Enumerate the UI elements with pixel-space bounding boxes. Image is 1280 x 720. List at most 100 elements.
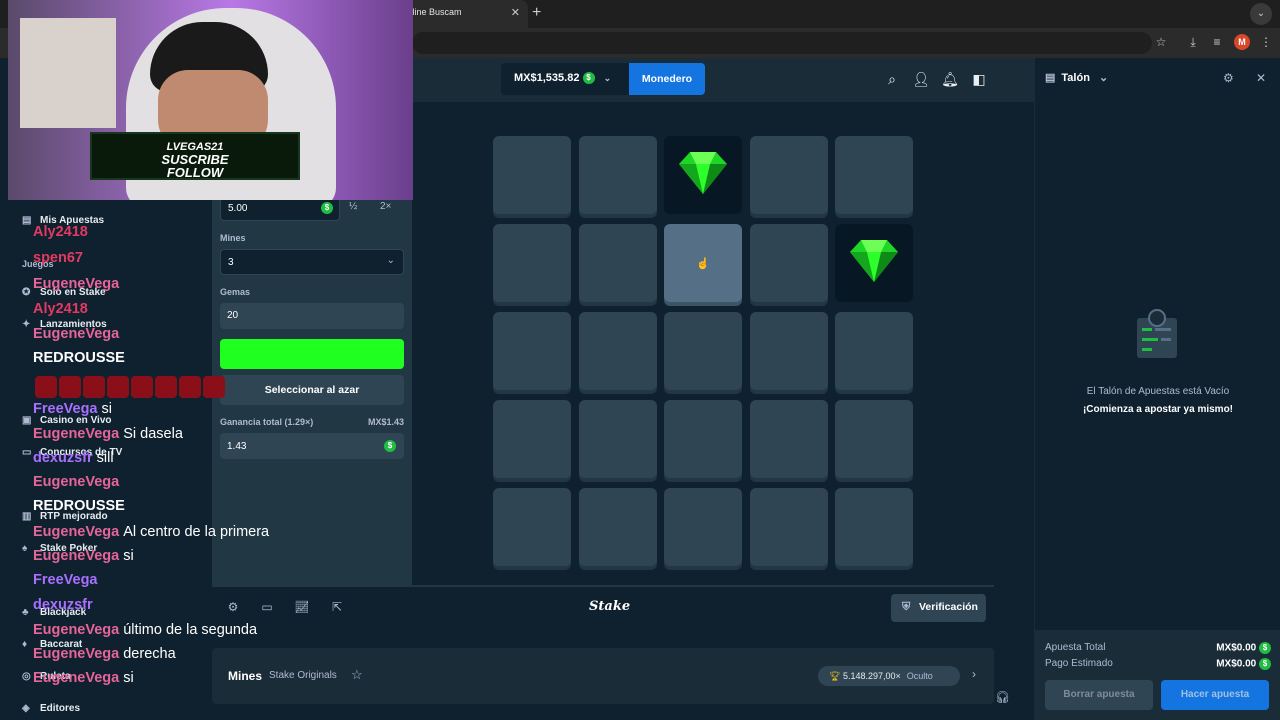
sidebar-toggle-icon[interactable]: ◧ [970, 70, 988, 88]
chat-message: EugeneVega [33, 276, 119, 292]
tab-search-icon[interactable]: ⌄ [1250, 3, 1272, 25]
chat-message: Aly2418 [33, 301, 88, 317]
mine-tile[interactable] [749, 224, 828, 302]
total-profit-amount: MX$1.43 [367, 417, 404, 427]
search-icon[interactable]: ⌕ [883, 70, 901, 88]
chat-username: EugeneVega [33, 474, 120, 490]
chat-message: EugeneVega Si dasela [33, 426, 183, 442]
mine-tile[interactable] [664, 136, 742, 214]
notifications-icon[interactable]: 🔔︎ [941, 70, 959, 88]
mine-tile[interactable] [493, 224, 571, 302]
mine-tile[interactable] [749, 312, 828, 390]
close-icon[interactable]: ✕ [1256, 71, 1266, 85]
mine-tile[interactable] [493, 488, 571, 566]
mine-tile[interactable] [749, 488, 828, 566]
chat-text: Si dasela [123, 426, 183, 442]
mine-tile[interactable] [493, 400, 571, 478]
clear-bet-button[interactable]: Borrar apuesta [1045, 680, 1153, 710]
profile-avatar[interactable]: M [1234, 34, 1250, 50]
chat-username: FreeVega [33, 401, 98, 417]
browser-menu-icon[interactable]: ⋮ [1258, 34, 1274, 50]
wall-poster [20, 18, 116, 128]
place-bet-button[interactable]: Hacer apuesta [1161, 680, 1269, 710]
editor-icon: ◈ [22, 703, 30, 714]
double-bet-button[interactable]: 2× [380, 201, 391, 212]
theatre-mode-icon[interactable]: ▭ [259, 600, 275, 616]
gem-icon [679, 152, 727, 194]
sidebar-item-publishers[interactable]: ◈ Editores [22, 703, 80, 714]
mine-tile[interactable] [664, 312, 742, 390]
reading-list-icon[interactable]: ≡ [1209, 34, 1225, 50]
mine-tile[interactable] [835, 136, 913, 214]
favorite-star-icon[interactable]: ☆ [351, 667, 363, 683]
chat-username: EugeneVega [33, 646, 120, 662]
mine-tile[interactable] [578, 136, 657, 214]
chat-message: EugeneVega si [33, 670, 134, 686]
half-bet-button[interactable]: ½ [349, 201, 357, 212]
support-headset-icon[interactable]: 🎧︎ [995, 690, 1010, 704]
chat-emote-icon [155, 376, 177, 398]
chat-emote-row [33, 376, 225, 398]
user-icon[interactable]: 👤︎ [912, 70, 930, 88]
wallet-button[interactable]: Monedero [629, 63, 705, 95]
chat-message: EugeneVega último de la segunda [33, 622, 257, 638]
chat-emote-icon [179, 376, 201, 398]
mines-board: ☝ [412, 125, 994, 585]
bookmark-star-icon[interactable]: ☆ [1153, 34, 1169, 50]
max-win-pill[interactable]: 🏆︎ 5.148.297,00× Oculto [818, 666, 960, 686]
hand-cursor-icon: ☝ [696, 258, 710, 270]
chat-username: EugeneVega [33, 548, 120, 564]
mine-tile[interactable] [749, 136, 828, 214]
settings-icon[interactable]: ⚙ [1223, 71, 1234, 85]
verification-button[interactable]: ⛨ Verificación [891, 594, 986, 622]
mine-tile[interactable] [749, 400, 828, 478]
mine-tile[interactable] [835, 400, 913, 478]
mine-tile[interactable] [578, 312, 657, 390]
betslip-header[interactable]: ▤ Talón ⌄ [1045, 71, 1108, 84]
chevron-down-icon: ⌄ [386, 255, 395, 266]
url-input[interactable] [412, 32, 1152, 54]
settings-icon[interactable]: ⚙ [225, 600, 241, 616]
download-icon[interactable]: ⤓ [1185, 34, 1201, 50]
chat-text: Al centro de la primera [123, 524, 270, 540]
gem-icon [850, 240, 898, 282]
mine-tile[interactable] [578, 488, 657, 566]
chevron-right-icon[interactable]: › [972, 667, 976, 681]
total-profit-label: Ganancia total (1.29×) [220, 417, 314, 427]
mines-label: Mines [220, 233, 246, 243]
mines-select[interactable]: 3 ⌄ [220, 249, 404, 275]
chat-message: REDROUSSE [33, 498, 125, 514]
mine-tile[interactable] [664, 488, 742, 566]
mine-tile[interactable] [835, 224, 913, 302]
mine-tile[interactable] [578, 400, 657, 478]
chat-username: dexuzsfr [33, 450, 93, 466]
mine-tile[interactable] [835, 312, 913, 390]
chat-username: FreeVega [33, 572, 98, 588]
gems-field: 20 [220, 303, 404, 329]
chat-emote-icon [131, 376, 153, 398]
chevron-down-icon: ⌄ [1098, 72, 1109, 84]
random-pick-button[interactable]: Seleccionar al azar [220, 375, 404, 405]
betslip-footer: Apuesta Total MX$0.00 $ Pago Estimado MX… [1035, 630, 1280, 720]
chat-emote-icon [107, 376, 129, 398]
popout-icon[interactable]: ⇱ [329, 600, 345, 616]
betslip-panel: ▤ Talón ⌄ ⚙ ✕ El Talón de Apuestas está V… [1034, 58, 1280, 720]
currency-coin-icon: $ [384, 440, 396, 452]
chat-text: derecha [123, 646, 176, 662]
mine-tile[interactable] [493, 136, 571, 214]
mine-tile[interactable] [664, 400, 742, 478]
chat-text: sill [96, 450, 114, 466]
mine-tile[interactable] [578, 224, 657, 302]
mine-tile[interactable]: ☝ [664, 224, 742, 302]
empty-betslip-subtitle: ¡Comienza a apostar ya mismo! [1082, 404, 1234, 415]
cashout-button[interactable] [220, 339, 404, 369]
mine-tile[interactable] [835, 488, 913, 566]
mine-tile[interactable] [493, 312, 571, 390]
chat-text: último de la segunda [123, 622, 258, 638]
balance-display[interactable]: MX$1,535.82 $ ⌄ [501, 63, 629, 95]
new-tab-button[interactable]: + [532, 4, 541, 22]
stats-icon[interactable]: 📈︎ [294, 600, 310, 616]
chat-username: spen67 [33, 250, 83, 266]
close-tab-icon[interactable]: ✕ [511, 6, 520, 19]
chat-emote-icon [35, 376, 57, 398]
